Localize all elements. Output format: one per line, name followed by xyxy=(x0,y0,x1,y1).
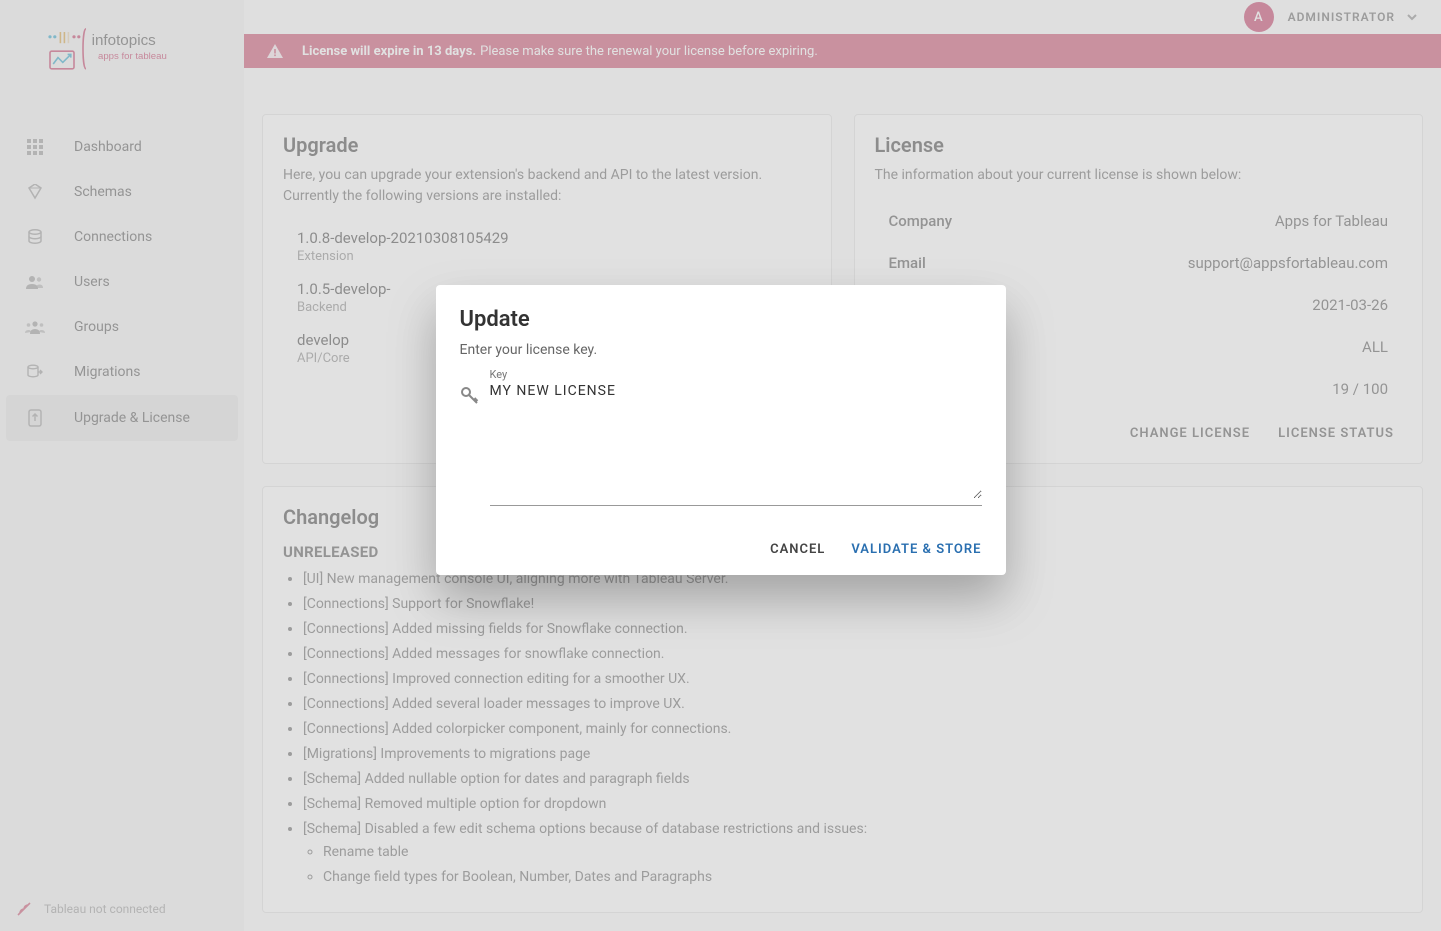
modal-title: Update xyxy=(460,307,982,332)
license-key-field[interactable]: Key xyxy=(490,368,982,506)
modal-scrim[interactable]: Update Enter your license key. Key CANCE… xyxy=(0,0,1441,931)
key-label: Key xyxy=(490,368,982,381)
update-license-modal: Update Enter your license key. Key CANCE… xyxy=(436,285,1006,575)
modal-desc: Enter your license key. xyxy=(460,342,982,358)
license-key-input[interactable] xyxy=(490,381,982,499)
cancel-button[interactable]: CANCEL xyxy=(770,542,825,557)
validate-store-button[interactable]: VALIDATE & STORE xyxy=(851,542,981,557)
key-icon xyxy=(460,386,480,406)
